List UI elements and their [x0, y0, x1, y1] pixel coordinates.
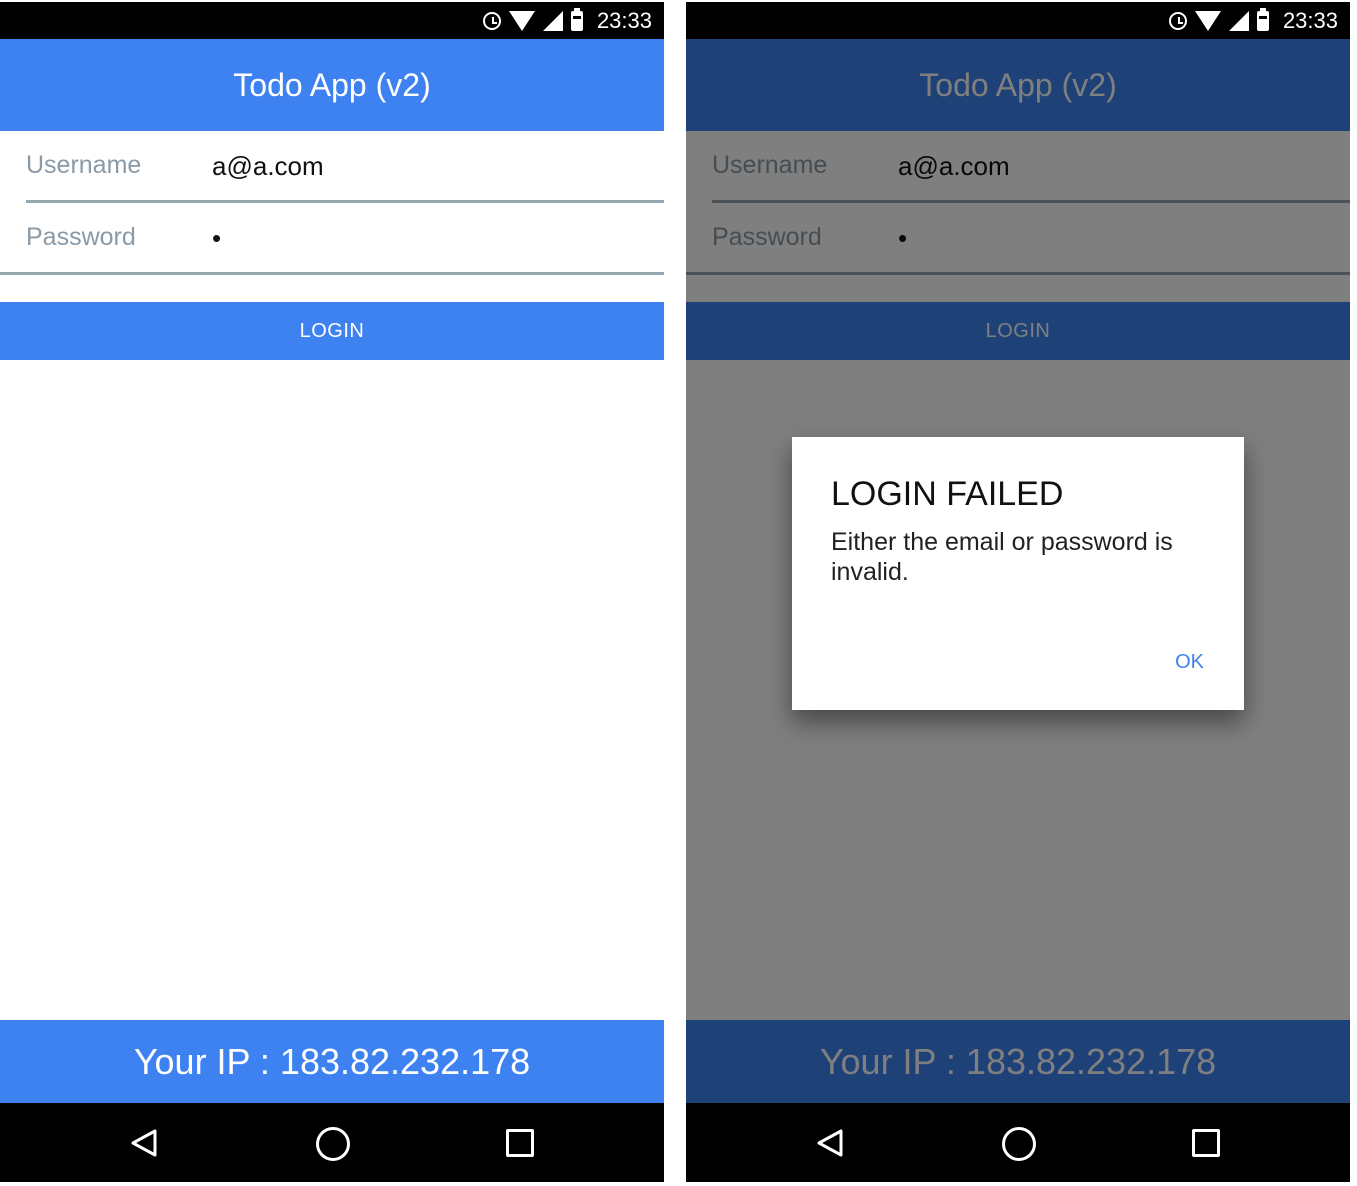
battery-icon	[570, 7, 583, 31]
username-input[interactable]	[212, 148, 642, 184]
password-input[interactable]	[212, 220, 642, 256]
battery-icon	[1256, 7, 1269, 31]
phone-screen-login-failed: 23:33 Todo App (v2) Username Password LO…	[686, 2, 1350, 1182]
wifi-icon	[1194, 10, 1221, 31]
empty-content-area	[0, 360, 664, 1020]
app-title: Todo App (v2)	[0, 39, 664, 131]
phone-screen-login: 23:33 Todo App (v2) Username Password LO…	[0, 2, 664, 1182]
dialog-title: LOGIN FAILED	[831, 475, 1064, 513]
status-icons: 23:33	[1168, 2, 1338, 39]
home-icon[interactable]	[316, 1127, 350, 1161]
login-button[interactable]: LOGIN	[0, 302, 664, 360]
status-time: 23:33	[596, 7, 652, 33]
back-icon[interactable]	[130, 1129, 158, 1157]
alarm-clock-icon	[1168, 11, 1187, 30]
username-label: Username	[26, 151, 142, 179]
navigation-bar	[0, 1103, 664, 1182]
status-bar: 23:33	[0, 2, 664, 39]
ip-footer: Your IP : 183.82.232.178	[0, 1020, 664, 1103]
recent-apps-icon[interactable]	[1192, 1129, 1220, 1157]
back-icon[interactable]	[816, 1129, 844, 1157]
navigation-bar	[686, 1103, 1350, 1182]
home-icon[interactable]	[1002, 1127, 1036, 1161]
recent-apps-icon[interactable]	[506, 1129, 534, 1157]
password-underline	[0, 272, 664, 275]
status-icons: 23:33	[482, 2, 652, 39]
ok-button[interactable]: OK	[1175, 651, 1204, 674]
alarm-clock-icon	[482, 11, 501, 30]
wifi-icon	[508, 10, 535, 31]
cell-signal-icon	[1228, 10, 1249, 31]
username-row: Username	[0, 131, 664, 203]
dialog-message: Either the email or password is invalid.	[831, 528, 1173, 586]
cell-signal-icon	[542, 10, 563, 31]
login-failed-dialog: LOGIN FAILED Either the email or passwor…	[792, 437, 1244, 710]
status-time: 23:33	[1282, 7, 1338, 33]
status-bar: 23:33	[686, 2, 1350, 39]
password-label: Password	[26, 223, 136, 251]
password-row: Password	[0, 203, 664, 275]
